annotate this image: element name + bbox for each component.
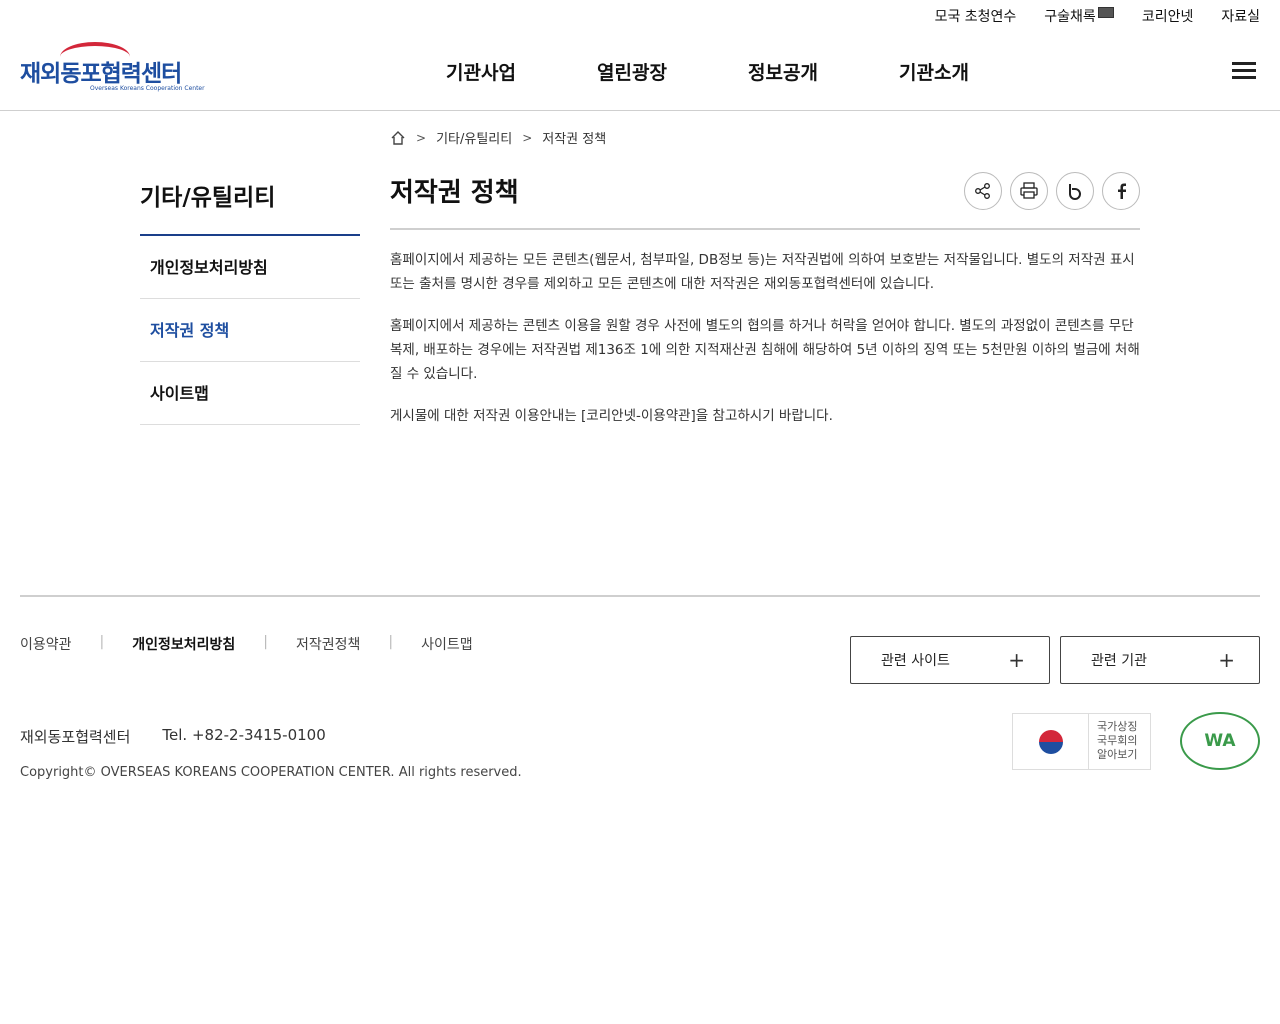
- share-icon[interactable]: [964, 172, 1002, 210]
- related-orgs-button[interactable]: 관련 기관 +: [1060, 636, 1260, 684]
- content-paragraph: 홈페이지에서 제공하는 모든 콘텐츠(웹문서, 첨부파일, DB정보 등)는 저…: [390, 252, 1135, 292]
- nav-item-about[interactable]: 기관소개: [899, 58, 1050, 85]
- breadcrumb-level2[interactable]: 저작권 정책: [542, 128, 606, 147]
- footer-link-terms[interactable]: 이용약관: [20, 634, 100, 654]
- breadcrumb: > 기타/유틸리티 > 저작권 정책: [390, 128, 606, 147]
- nav-item-programs[interactable]: 기관사업: [446, 58, 597, 85]
- nav-item-disclosure[interactable]: 정보공개: [748, 58, 899, 85]
- related-sites-button[interactable]: 관련 사이트 +: [850, 636, 1050, 684]
- side-nav-item-privacy[interactable]: 개인정보처리방침: [140, 236, 360, 299]
- plus-icon: +: [1008, 648, 1025, 672]
- side-nav: 기타/유틸리티 개인정보처리방침 저작권 정책 사이트맵: [140, 178, 360, 425]
- site-logo[interactable]: 재외동포협력센터 Overseas Koreans Cooperation Ce…: [20, 42, 205, 100]
- home-icon[interactable]: [390, 130, 406, 146]
- logo-subtext: Overseas Koreans Cooperation Center: [90, 85, 205, 92]
- logo-text: 재외동포협력센터: [20, 61, 182, 87]
- blog-icon[interactable]: [1056, 172, 1094, 210]
- page-tools: [964, 172, 1140, 210]
- print-icon[interactable]: [1010, 172, 1048, 210]
- footer-separator: |: [99, 634, 105, 650]
- content-paragraph: 게시물에 대한 저작권 이용안내는 [코리안넷-이용약관]을 참고하시기 바랍니…: [390, 408, 833, 424]
- footer-org-name: 재외동포협력센터: [20, 728, 131, 746]
- related-sites-label: 관련 사이트: [881, 653, 950, 669]
- main-nav: 기관사업 열린광장 정보공개 기관소개: [446, 58, 1050, 85]
- national-symbol-text: 국가상징 국무회의 알아보기: [1089, 714, 1137, 769]
- footer-link-sitemap[interactable]: 사이트맵: [421, 634, 501, 654]
- footer-links: 이용약관 | 개인정보처리방침 | 저작권정책 | 사이트맵: [20, 634, 501, 654]
- chevron-right-icon: >: [416, 130, 427, 145]
- footer-link-privacy[interactable]: 개인정보처리방침: [132, 634, 263, 654]
- footer-separator: |: [388, 634, 394, 650]
- taegukgi-icon: [1013, 714, 1089, 769]
- site-header: 재외동포협력센터 Overseas Koreans Cooperation Ce…: [0, 0, 1280, 111]
- chevron-right-icon: >: [522, 130, 533, 145]
- footer-separator: |: [263, 634, 269, 650]
- national-symbol-line: 알아보기: [1097, 748, 1138, 761]
- menu-icon[interactable]: [1232, 62, 1256, 80]
- side-nav-item-sitemap[interactable]: 사이트맵: [140, 362, 360, 425]
- footer-link-copyright[interactable]: 저작권정책: [296, 634, 388, 654]
- nav-item-open-plaza[interactable]: 열린광장: [597, 58, 748, 85]
- facebook-icon[interactable]: [1102, 172, 1140, 210]
- national-symbol-banner[interactable]: 국가상징 국무회의 알아보기: [1012, 713, 1151, 770]
- breadcrumb-level1[interactable]: 기타/유틸리티: [436, 128, 512, 147]
- footer-copyright: Copyright© OVERSEAS KOREANS COOPERATION …: [20, 765, 522, 780]
- footer-address: 재외동포협력센터 Tel. +82-2-3415-0100: [20, 726, 326, 747]
- national-symbol-line: 국무회의: [1097, 734, 1138, 747]
- side-nav-item-copyright[interactable]: 저작권 정책: [140, 299, 360, 362]
- web-accessibility-mark-icon: WA: [1180, 712, 1260, 770]
- national-symbol-line: 국가상징: [1097, 720, 1138, 733]
- content-paragraph: 홈페이지에서 제공하는 콘텐츠 이용을 원할 경우 사전에 별도의 협의를 하거…: [390, 318, 1140, 382]
- plus-icon: +: [1218, 648, 1235, 672]
- footer-tel: Tel. +82-2-3415-0100: [162, 726, 326, 744]
- footer-divider: [20, 595, 1260, 597]
- related-orgs-label: 관련 기관: [1091, 653, 1147, 669]
- side-nav-title: 기타/유틸리티: [140, 178, 360, 236]
- main-content: 저작권 정책 홈페이지에서 제공하는 모든 콘텐츠(웹문서, 첨부파일, DB정…: [390, 172, 1140, 428]
